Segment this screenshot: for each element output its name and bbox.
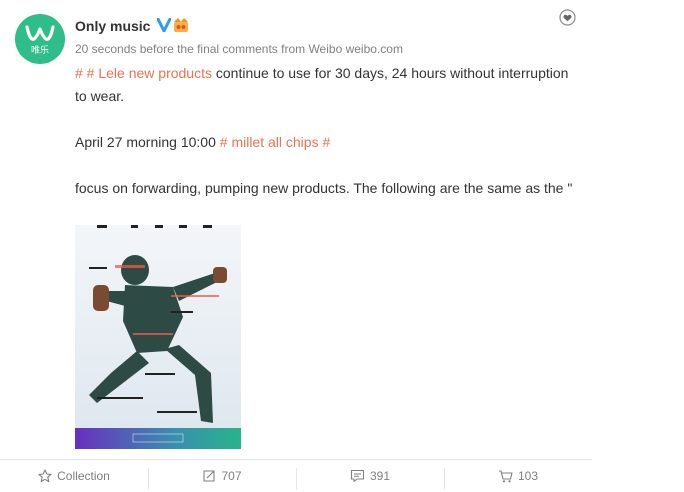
avatar[interactable]: 唯乐	[15, 14, 65, 64]
paragraph-1: # # Lele new products continue to use fo…	[75, 62, 580, 108]
vip-badge-icon	[174, 18, 188, 32]
star-icon	[38, 469, 52, 483]
collection-label: Collection	[57, 469, 110, 483]
weibo-post-card: 唯乐 Only music 20 seconds before the fina…	[0, 0, 592, 492]
verified-icon	[157, 18, 171, 32]
avatar-text: 唯乐	[30, 45, 49, 56]
paragraph-2: April 27 morning 10:00 # millet all chip…	[75, 131, 580, 154]
follow-icon[interactable]	[559, 9, 576, 26]
username[interactable]: Only music	[75, 18, 150, 34]
comment-icon	[350, 469, 365, 483]
post-time[interactable]: 20 seconds before the final comments fro…	[75, 42, 342, 56]
post-meta: 20 seconds before the final comments fro…	[75, 42, 403, 56]
source-link[interactable]: weibo.com	[346, 42, 403, 56]
comment-button[interactable]: 391	[296, 460, 444, 492]
topic-link-lele[interactable]: # # Lele new products	[75, 65, 212, 81]
paragraph-2-text: April 27 morning 10:00	[75, 134, 220, 150]
post-content: # # Lele new products continue to use fo…	[75, 62, 580, 200]
avatar-logo-icon	[25, 24, 55, 41]
forward-count: 707	[221, 469, 242, 483]
forward-button[interactable]: 707	[148, 460, 296, 492]
post-toolbar: Collection 707 391 103	[0, 460, 592, 492]
like-icon	[498, 470, 513, 483]
comment-count: 391	[369, 469, 391, 483]
running-man-image	[75, 225, 241, 449]
post-image[interactable]	[75, 225, 241, 449]
like-button[interactable]: 103	[444, 460, 592, 492]
collection-button[interactable]: Collection	[0, 460, 148, 492]
topic-link-millet[interactable]: # millet all chips #	[220, 134, 331, 150]
paragraph-3: focus on forwarding, pumping new product…	[75, 180, 573, 196]
like-count: 103	[517, 469, 539, 483]
forward-icon	[203, 470, 216, 482]
